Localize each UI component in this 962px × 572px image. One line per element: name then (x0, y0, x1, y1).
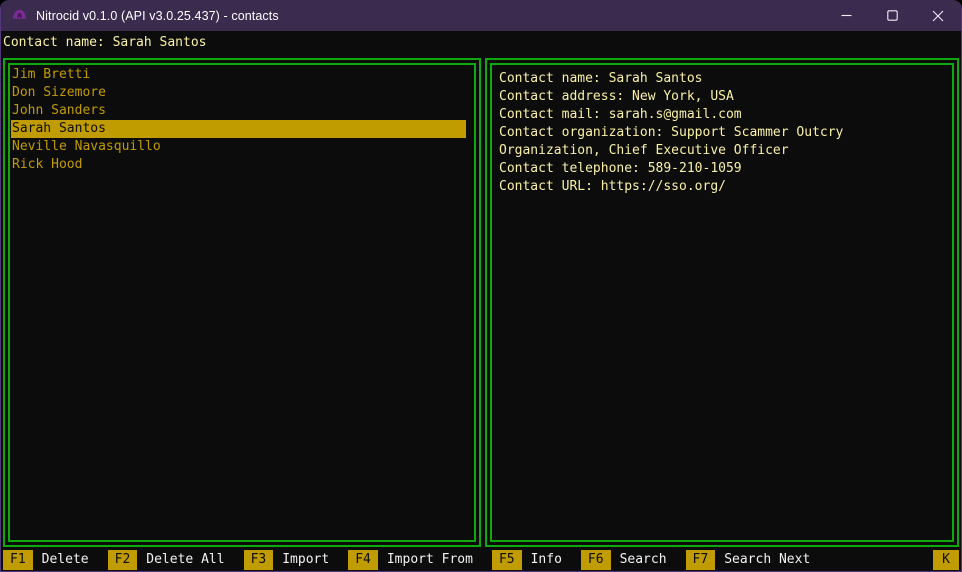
fkey-search-next[interactable]: F7 Search Next (686, 550, 811, 570)
fkey-label: Search Next (724, 550, 810, 570)
fkey-import-from[interactable]: F4 Import From (348, 550, 473, 570)
fkey-delete-all[interactable]: F2 Delete All (108, 550, 225, 570)
fkey-import[interactable]: F3 Import (244, 550, 330, 570)
detail-line-telephone: Contact telephone: 589-210-1059 (499, 160, 945, 178)
contacts-list-panel: Jim Bretti Don Sizemore John Sanders Sar… (3, 58, 481, 547)
terminal-screen: Contact name: Sarah Santos Jim Bretti Do… (1, 34, 961, 572)
detail-line-mail: Contact mail: sarah.s@gmail.com (499, 106, 945, 124)
fkey-search[interactable]: F6 Search (581, 550, 667, 570)
maximize-button[interactable] (869, 0, 915, 31)
close-icon (932, 10, 944, 22)
fkey-badge: F4 (348, 550, 378, 570)
contact-list-item[interactable]: Neville Navasquillo (11, 138, 466, 156)
window-title: Nitrocid v0.1.0 (API v3.0.25.437) - cont… (36, 9, 279, 23)
titlebar[interactable]: Nitrocid v0.1.0 (API v3.0.25.437) - cont… (1, 0, 961, 31)
fkey-badge: F5 (492, 550, 522, 570)
contact-list-item[interactable]: Jim Bretti (11, 66, 466, 84)
fkey-info[interactable]: F5 Info (492, 550, 562, 570)
close-button[interactable] (915, 0, 961, 31)
key-k-badge[interactable]: K (933, 550, 959, 570)
detail-line-url: Contact URL: https://sso.org/ (499, 178, 945, 196)
detail-line-name: Contact name: Sarah Santos (499, 70, 945, 88)
app-window: Nitrocid v0.1.0 (API v3.0.25.437) - cont… (0, 0, 962, 572)
fkey-label: Delete (42, 550, 89, 570)
fkey-label: Search (620, 550, 667, 570)
selected-contact-header: Contact name: Sarah Santos (3, 34, 959, 52)
fkey-label: Import (282, 550, 329, 570)
fkey-badge: F7 (686, 550, 716, 570)
statusbar: F1 Delete F2 Delete All F3 Import F4 Imp… (3, 550, 959, 570)
app-icon (12, 8, 28, 23)
contact-details-panel: Contact name: Sarah Santos Contact addre… (485, 58, 959, 547)
fkey-delete[interactable]: F1 Delete (3, 550, 89, 570)
panels-row: Jim Bretti Don Sizemore John Sanders Sar… (3, 58, 959, 547)
window-controls (823, 0, 961, 31)
fkey-badge: F2 (108, 550, 138, 570)
detail-line-organization-wrap: Organization, Chief Executive Officer (499, 142, 945, 160)
maximize-icon (887, 10, 898, 21)
contact-list-item[interactable]: John Sanders (11, 102, 466, 120)
fkey-badge: F1 (3, 550, 33, 570)
detail-line-organization: Contact organization: Support Scammer Ou… (499, 124, 945, 142)
fkey-label: Delete All (146, 550, 224, 570)
contact-list-item[interactable]: Don Sizemore (11, 84, 466, 102)
fkey-badge: F6 (581, 550, 611, 570)
contact-list-item[interactable]: Rick Hood (11, 156, 466, 174)
minimize-button[interactable] (823, 0, 869, 31)
fkey-label: Info (531, 550, 562, 570)
minimize-icon (841, 10, 852, 21)
detail-line-address: Contact address: New York, USA (499, 88, 945, 106)
contact-list-item-selected[interactable]: Sarah Santos (11, 120, 466, 138)
fkey-label: Import From (387, 550, 473, 570)
fkey-badge: F3 (244, 550, 274, 570)
